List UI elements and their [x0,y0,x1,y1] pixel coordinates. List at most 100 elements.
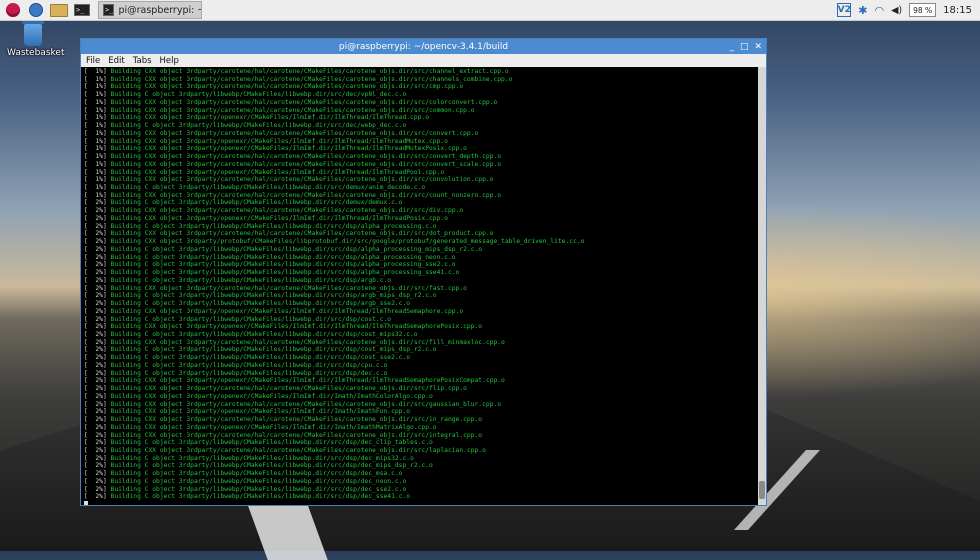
build-percentage: [ 1%] [84,122,111,130]
window-titlebar[interactable]: pi@raspberrypi: ~/opencv-3.4.1/build _ □… [81,39,766,54]
build-message: Building C object 3rdparty/libwebp/CMake… [110,454,414,462]
terminal-line: [ 1%] Building CXX object 3rdparty/carot… [84,161,756,169]
build-percentage: [ 1%] [84,68,111,75]
terminal-line: [ 2%] Building C object 3rdparty/libwebp… [84,331,756,339]
terminal-line: [ 2%] Building C object 3rdparty/libwebp… [84,269,756,277]
terminal-line: [ 2%] Building C object 3rdparty/libwebp… [84,246,756,254]
system-tray: V2 ✱ ◠ ◀) 98 % 18:15 [837,3,980,17]
build-message: Building C object 3rdparty/libwebp/CMake… [110,253,456,261]
build-percentage: [ 2%] [84,369,111,377]
terminal-line: [ 2%] Building CXX object 3rdparty/opene… [84,323,756,331]
file-manager-launcher[interactable] [49,1,69,19]
build-percentage: [ 2%] [84,238,111,246]
close-icon[interactable]: ✕ [754,42,762,52]
build-message: Building CXX object 3rdparty/openexr/CMa… [110,307,464,315]
build-message: Building CXX object 3rdparty/carotene/ha… [110,106,475,114]
build-percentage: [ 1%] [84,160,111,168]
build-percentage: [ 2%] [84,284,111,292]
terminal-line: [ 2%] Building CXX object 3rdparty/carot… [84,447,756,455]
build-message: Building CXX object 3rdparty/openexr/CMa… [110,323,483,331]
terminal-output[interactable]: [ 1%] Building CXX object 3rdparty/carot… [81,67,758,505]
build-message: Building C object 3rdparty/libwebp/CMake… [110,222,437,230]
build-message: Building C object 3rdparty/libwebp/CMake… [110,292,437,300]
terminal-line: [ 2%] Building C object 3rdparty/libwebp… [84,478,756,486]
build-percentage: [ 2%] [84,454,111,462]
build-message: Building CXX object 3rdparty/openexr/CMa… [110,423,437,431]
cpu-usage-monitor[interactable]: 98 % [909,3,937,17]
build-percentage: [ 2%] [84,408,111,416]
clock[interactable]: 18:15 [943,5,972,16]
terminal-cursor [84,501,88,505]
build-message: Building C object 3rdparty/libwebp/CMake… [110,269,460,277]
build-message: Building C object 3rdparty/libwebp/CMake… [110,439,433,447]
build-percentage: [ 2%] [84,253,111,261]
desktop-icon-wastebasket[interactable]: Wastebasket [7,21,64,58]
terminal-line: [ 1%] Building CXX object 3rdparty/opene… [84,145,756,153]
build-percentage: [ 1%] [84,98,111,106]
menu-help[interactable]: Help [160,56,179,66]
build-message: Building CXX object 3rdparty/openexr/CMa… [110,392,433,400]
terminal-line: [ 1%] Building CXX object 3rdparty/carot… [84,99,756,107]
terminal-line: [ 2%] Building CXX object 3rdparty/proto… [84,238,756,246]
terminal-window: pi@raspberrypi: ~/opencv-3.4.1/build _ □… [80,38,767,506]
build-percentage: [ 2%] [84,245,111,253]
build-percentage: [ 1%] [84,191,111,199]
build-percentage: [ 2%] [84,446,111,454]
wifi-icon[interactable]: ◠ [874,4,884,17]
terminal-line: [ 1%] Building CXX object 3rdparty/carot… [84,107,756,115]
terminal-line: [ 2%] Building C object 3rdparty/libwebp… [84,316,756,324]
terminal-line: [ 2%] Building CXX object 3rdparty/carot… [84,285,756,293]
build-message: Building C object 3rdparty/libwebp/CMake… [110,276,392,284]
browser-launcher[interactable] [26,1,46,19]
build-percentage: [ 1%] [84,145,111,153]
terminal-line: [ 2%] Building C object 3rdparty/libwebp… [84,486,756,494]
build-message: Building C object 3rdparty/libwebp/CMake… [110,199,403,207]
build-message: Building CXX object 3rdparty/carotene/ha… [110,160,502,168]
terminal-line: [ 2%] Building CXX object 3rdparty/carot… [84,230,756,238]
menu-file[interactable]: File [86,56,100,66]
build-message: Building CXX object 3rdparty/carotene/ha… [110,176,494,184]
terminal-line: [ 1%] Building CXX object 3rdparty/carot… [84,153,756,161]
maximize-icon[interactable]: □ [740,42,749,52]
terminal-line: [ 2%] Building C object 3rdparty/libwebp… [84,277,756,285]
build-message: Building CXX object 3rdparty/carotene/ha… [110,191,502,199]
build-message: Building CXX object 3rdparty/carotene/ha… [110,431,483,439]
terminal-icon: >_ [74,4,90,16]
build-percentage: [ 2%] [84,416,111,424]
taskbar-terminal-button[interactable]: >_ pi@raspberrypi: ~/op... [98,1,202,19]
terminal-line: [ 2%] Building C object 3rdparty/libwebp… [84,199,756,207]
build-message: Building C object 3rdparty/libwebp/CMake… [110,354,411,362]
terminal-line: [ 2%] Building C object 3rdparty/libwebp… [84,362,756,370]
bluetooth-icon[interactable]: ✱ [858,4,867,17]
terminal-line: [ 1%] Building CXX object 3rdparty/carot… [84,68,756,76]
build-percentage: [ 2%] [84,338,111,346]
build-message: Building CXX object 3rdparty/carotene/ha… [110,230,494,238]
raspberry-menu-button[interactable] [3,1,23,19]
build-percentage: [ 2%] [84,214,111,222]
volume-icon[interactable]: ◀) [891,5,902,16]
scrollbar-thumb[interactable] [759,481,765,499]
minimize-icon[interactable]: _ [729,42,734,52]
build-percentage: [ 2%] [84,354,111,362]
build-percentage: [ 2%] [84,493,111,501]
terminal-line: [ 2%] Building C object 3rdparty/libwebp… [84,300,756,308]
build-message: Building C object 3rdparty/libwebp/CMake… [110,470,403,478]
raspberry-menu-icon [6,3,20,17]
build-percentage: [ 1%] [84,184,111,192]
taskbar-terminal-label: pi@raspberrypi: ~/op... [118,4,201,16]
build-message: Building CXX object 3rdparty/carotene/ha… [110,75,513,83]
menu-tabs[interactable]: Tabs [133,56,152,66]
terminal-icon: >_ [103,4,115,16]
build-message: Building C object 3rdparty/libwebp/CMake… [110,477,407,485]
terminal-scrollbar[interactable] [758,67,766,505]
build-percentage: [ 1%] [84,176,111,184]
vnc-icon[interactable]: V2 [837,3,852,17]
terminal-line: [ 2%] Building C object 3rdparty/libwebp… [84,493,756,501]
build-message: Building CXX object 3rdparty/carotene/ha… [110,338,505,346]
build-percentage: [ 2%] [84,300,111,308]
build-percentage: [ 2%] [84,377,111,385]
terminal-launcher[interactable]: >_ [72,1,92,19]
terminal-line: [ 2%] Building C object 3rdparty/libwebp… [84,223,756,231]
build-message: Building C object 3rdparty/libwebp/CMake… [110,300,411,308]
menu-edit[interactable]: Edit [108,56,124,66]
